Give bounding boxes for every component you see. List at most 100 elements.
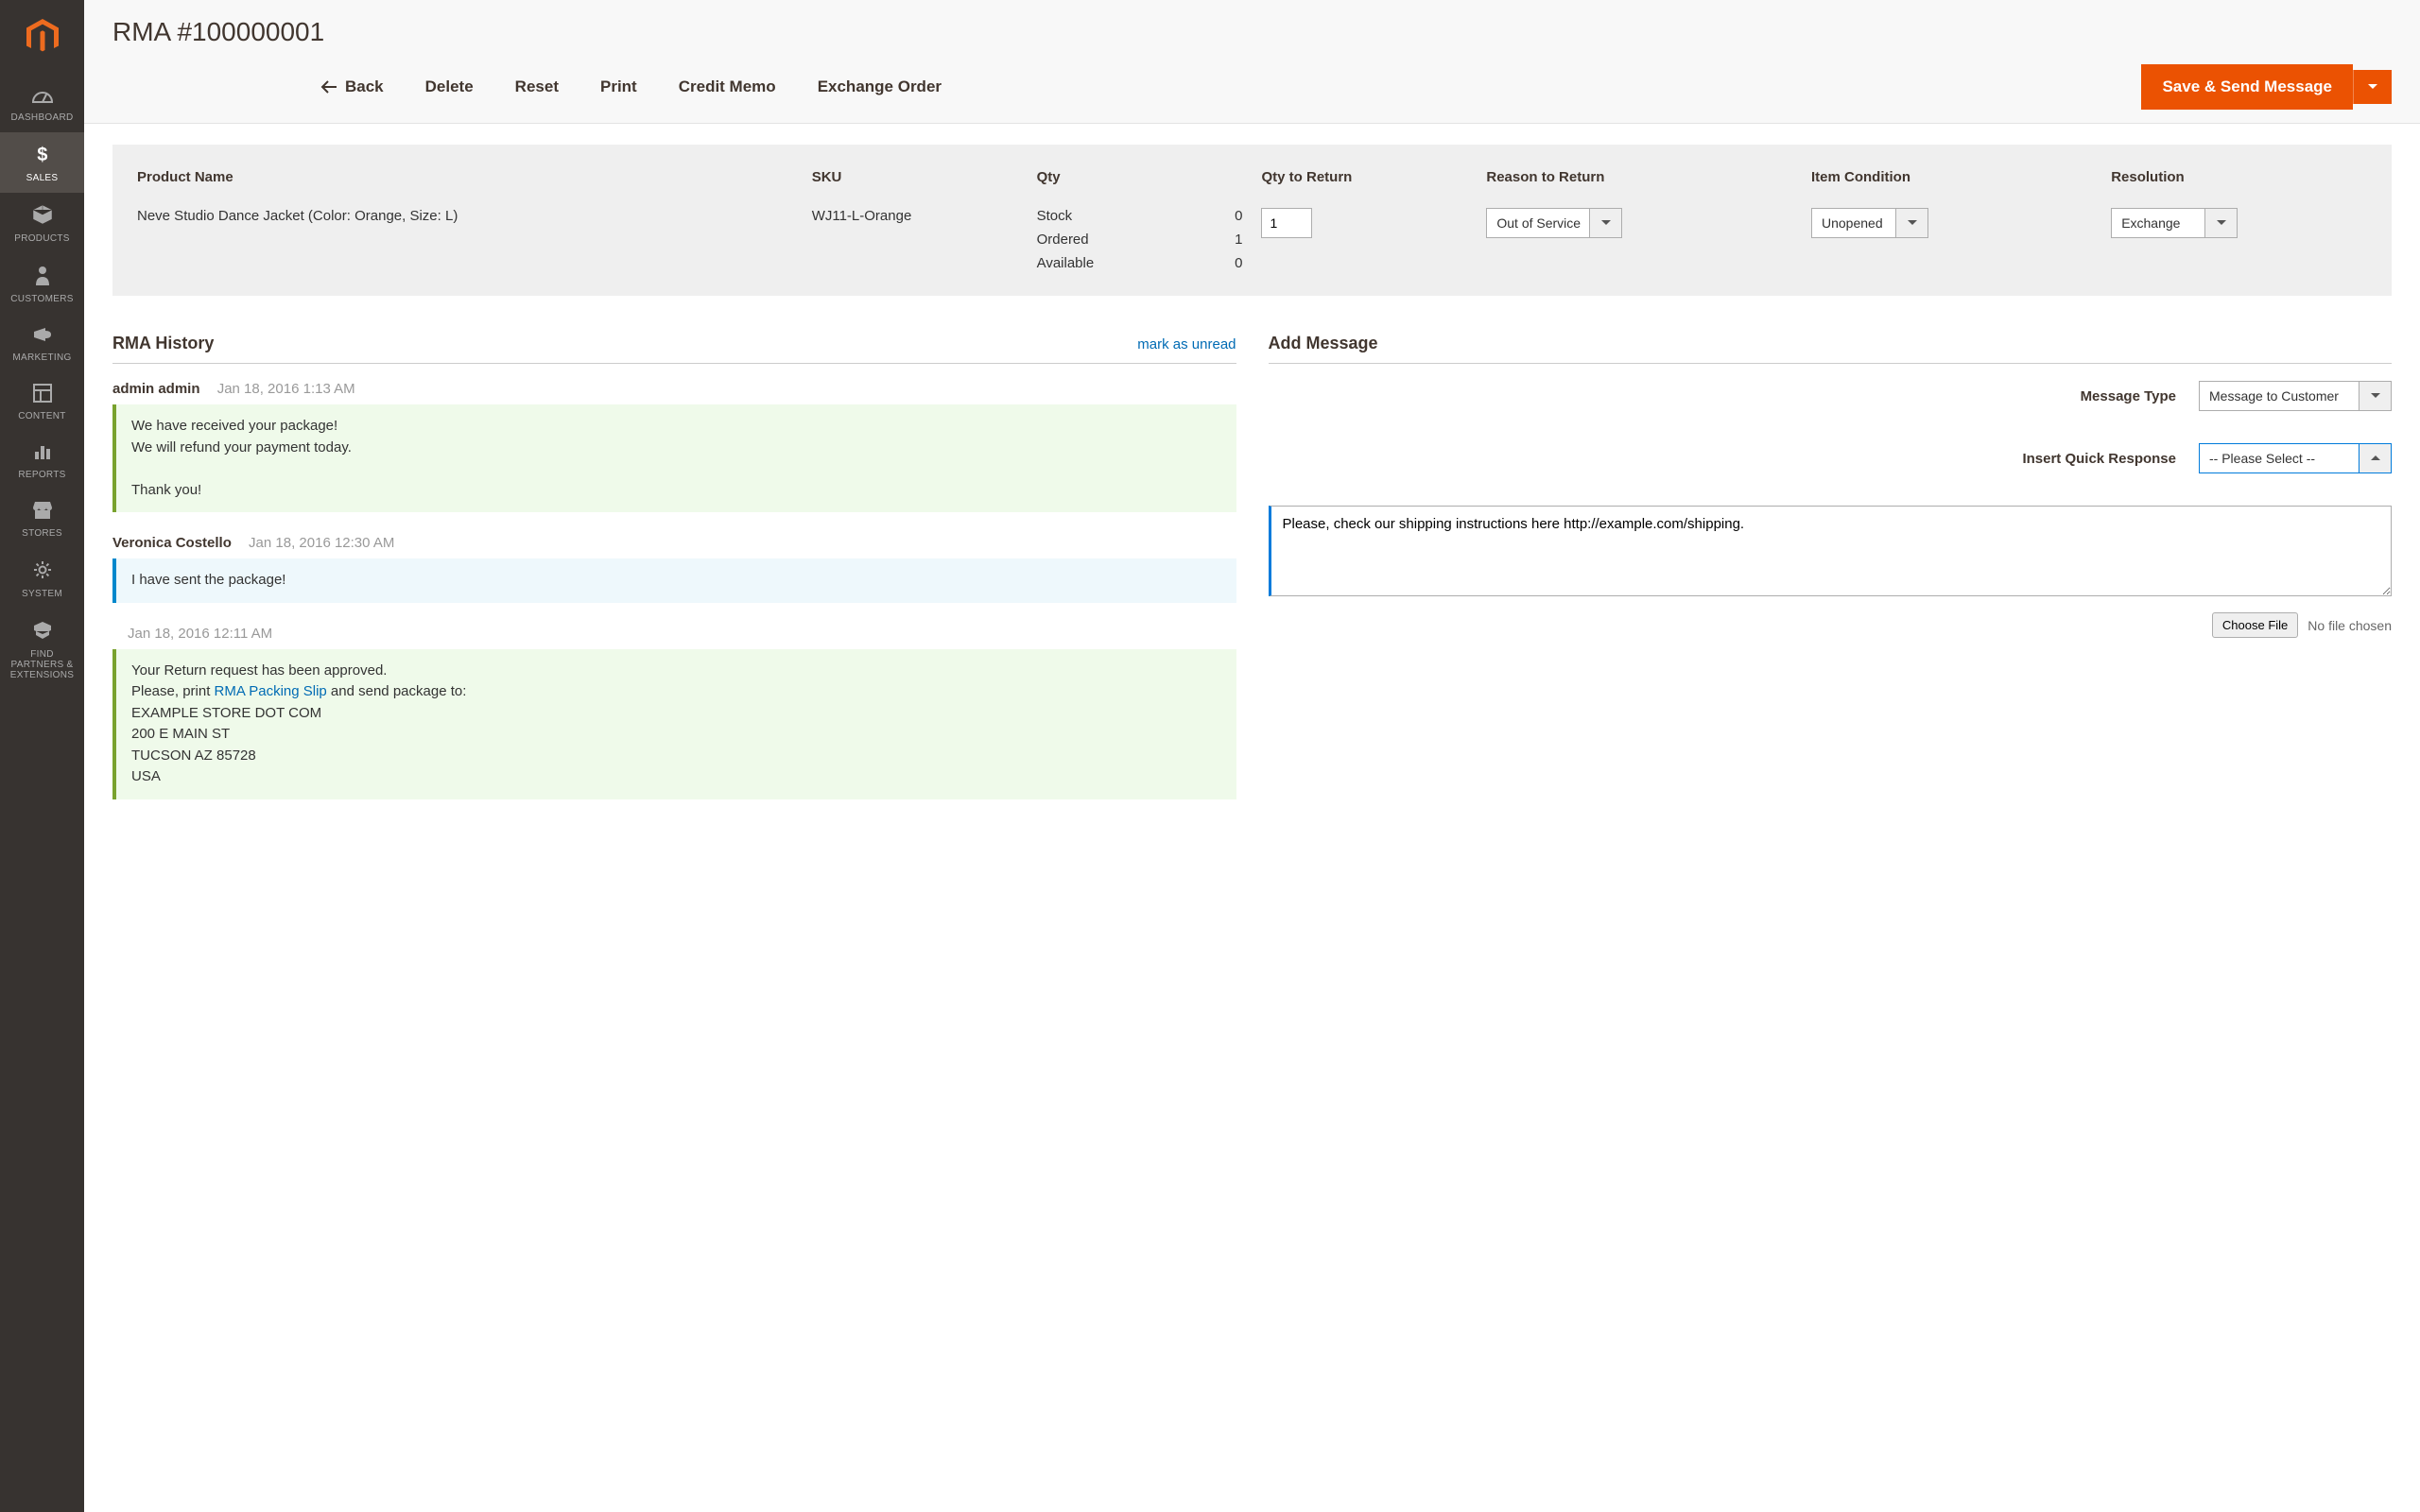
chevron-down-icon — [2217, 220, 2226, 226]
history-date: Jan 18, 2016 12:11 AM — [128, 626, 272, 642]
gear-icon — [32, 559, 53, 583]
sidebar-item-customers[interactable]: CUSTOMERS — [0, 253, 84, 314]
sidebar-item-partners[interactable]: FIND PARTNERS & EXTENSIONS — [0, 609, 84, 690]
sidebar-label: SALES — [26, 173, 59, 183]
sidebar-label: FIND PARTNERS & EXTENSIONS — [4, 649, 80, 680]
col-product: Product Name — [128, 162, 803, 202]
quick-response-toggle[interactable] — [2360, 443, 2392, 473]
svg-text:$: $ — [37, 145, 47, 164]
mark-unread-link[interactable]: mark as unread — [1137, 336, 1236, 352]
back-button[interactable]: Back — [320, 70, 384, 104]
message-type-toggle[interactable] — [2360, 381, 2392, 411]
marketing-icon — [32, 325, 53, 347]
col-resolution: Resolution — [2101, 162, 2377, 202]
quick-response-select[interactable]: -- Please Select -- — [2199, 443, 2360, 473]
message-body-textarea[interactable] — [1269, 506, 2393, 596]
customers-icon — [34, 265, 51, 288]
col-reason: Reason to Return — [1477, 162, 1802, 202]
chevron-down-icon — [1908, 220, 1917, 226]
cell-condition: Unopened — [1802, 202, 2101, 277]
sidebar-item-sales[interactable]: $ SALES — [0, 132, 84, 193]
history-entry: Jan 18, 2016 12:11 AM Your Return reques… — [112, 626, 1236, 799]
history-date: Jan 18, 2016 12:30 AM — [249, 535, 394, 551]
cell-resolution: Exchange — [2101, 202, 2377, 277]
reason-select[interactable]: Out of Service — [1486, 208, 1590, 238]
chevron-down-icon — [2367, 83, 2378, 91]
cell-product: Neve Studio Dance Jacket (Color: Orange,… — [128, 202, 803, 277]
sidebar-label: PRODUCTS — [14, 233, 70, 244]
sidebar-item-marketing[interactable]: MARKETING — [0, 314, 84, 372]
sidebar-item-products[interactable]: PRODUCTS — [0, 193, 84, 253]
condition-select-toggle[interactable] — [1896, 208, 1928, 238]
sidebar-item-content[interactable]: CONTENT — [0, 372, 84, 431]
delete-button[interactable]: Delete — [425, 70, 474, 104]
history-message: I have sent the package! — [112, 558, 1236, 603]
rma-history-column: RMA History mark as unread admin admin J… — [112, 334, 1236, 822]
dashboard-icon — [31, 85, 54, 107]
magento-logo[interactable] — [0, 0, 84, 74]
message-type-select[interactable]: Message to Customer — [2199, 381, 2360, 411]
main-content: RMA #100000001 Back Delete Reset Print C… — [84, 0, 2420, 1512]
products-icon — [32, 204, 53, 228]
history-message: Your Return request has been approved. P… — [112, 649, 1236, 799]
cell-reason: Out of Service — [1477, 202, 1802, 277]
partners-icon — [32, 620, 53, 644]
cell-qty-return — [1252, 202, 1477, 277]
cell-qty: Stock0 Ordered1 Available0 — [1028, 202, 1253, 277]
exchange-order-button[interactable]: Exchange Order — [818, 70, 942, 104]
sidebar-label: SYSTEM — [22, 589, 62, 599]
condition-select[interactable]: Unopened — [1811, 208, 1896, 238]
reason-select-toggle[interactable] — [1590, 208, 1622, 238]
col-sku: SKU — [803, 162, 1028, 202]
sidebar-item-dashboard[interactable]: DASHBOARD — [0, 74, 84, 132]
add-message-title: Add Message — [1269, 334, 1378, 353]
sidebar-label: CUSTOMERS — [10, 294, 73, 304]
stores-icon — [32, 501, 53, 523]
file-status: No file chosen — [2308, 618, 2392, 633]
history-date: Jan 18, 2016 1:13 AM — [217, 381, 355, 397]
history-entry: Veronica Costello Jan 18, 2016 12:30 AM … — [112, 535, 1236, 603]
sales-icon: $ — [33, 144, 52, 167]
table-row: Neve Studio Dance Jacket (Color: Orange,… — [128, 202, 2377, 277]
page-header: RMA #100000001 Back Delete Reset Print C… — [84, 0, 2420, 124]
magento-logo-icon — [26, 19, 59, 55]
reports-icon — [33, 442, 52, 464]
save-dropdown-button[interactable] — [2353, 70, 2392, 104]
history-title: RMA History — [112, 334, 214, 353]
credit-memo-button[interactable]: Credit Memo — [679, 70, 776, 104]
rma-items-table: Product Name SKU Qty Qty to Return Reaso… — [128, 162, 2377, 277]
chevron-down-icon — [1601, 220, 1611, 226]
sidebar-label: DASHBOARD — [10, 112, 73, 123]
sidebar-item-stores[interactable]: STORES — [0, 490, 84, 548]
print-button[interactable]: Print — [600, 70, 637, 104]
sidebar-label: MARKETING — [12, 352, 71, 363]
choose-file-button[interactable]: Choose File — [2212, 612, 2298, 638]
save-send-button[interactable]: Save & Send Message — [2141, 64, 2353, 110]
add-message-column: Add Message Message Type Message to Cust… — [1269, 334, 2393, 822]
packing-slip-link[interactable]: RMA Packing Slip — [215, 683, 327, 699]
history-author: Veronica Costello — [112, 535, 232, 551]
arrow-left-icon — [320, 80, 337, 94]
page-title: RMA #100000001 — [112, 17, 2392, 47]
resolution-select-toggle[interactable] — [2205, 208, 2238, 238]
history-message: We have received your package! We will r… — [112, 404, 1236, 512]
history-author: admin admin — [112, 381, 200, 397]
resolution-select[interactable]: Exchange — [2111, 208, 2205, 238]
col-condition: Item Condition — [1802, 162, 2101, 202]
sidebar-label: STORES — [22, 528, 62, 539]
sidebar-label: CONTENT — [18, 411, 65, 421]
reset-button[interactable]: Reset — [515, 70, 559, 104]
rma-items-panel: Product Name SKU Qty Qty to Return Reaso… — [112, 145, 2392, 296]
history-entry: admin admin Jan 18, 2016 1:13 AM We have… — [112, 381, 1236, 512]
sidebar-label: REPORTS — [18, 470, 65, 480]
toolbar: Back Delete Reset Print Credit Memo Exch… — [112, 64, 2392, 123]
sidebar-item-system[interactable]: SYSTEM — [0, 548, 84, 609]
quick-response-label: Insert Quick Response — [2022, 451, 2176, 467]
content-icon — [33, 384, 52, 405]
admin-sidebar: DASHBOARD $ SALES PRODUCTS CUSTOMERS MAR… — [0, 0, 84, 1512]
sidebar-item-reports[interactable]: REPORTS — [0, 431, 84, 490]
qty-return-input[interactable] — [1261, 208, 1312, 238]
chevron-up-icon — [2371, 455, 2380, 461]
col-qty-return: Qty to Return — [1252, 162, 1477, 202]
col-qty: Qty — [1028, 162, 1253, 202]
